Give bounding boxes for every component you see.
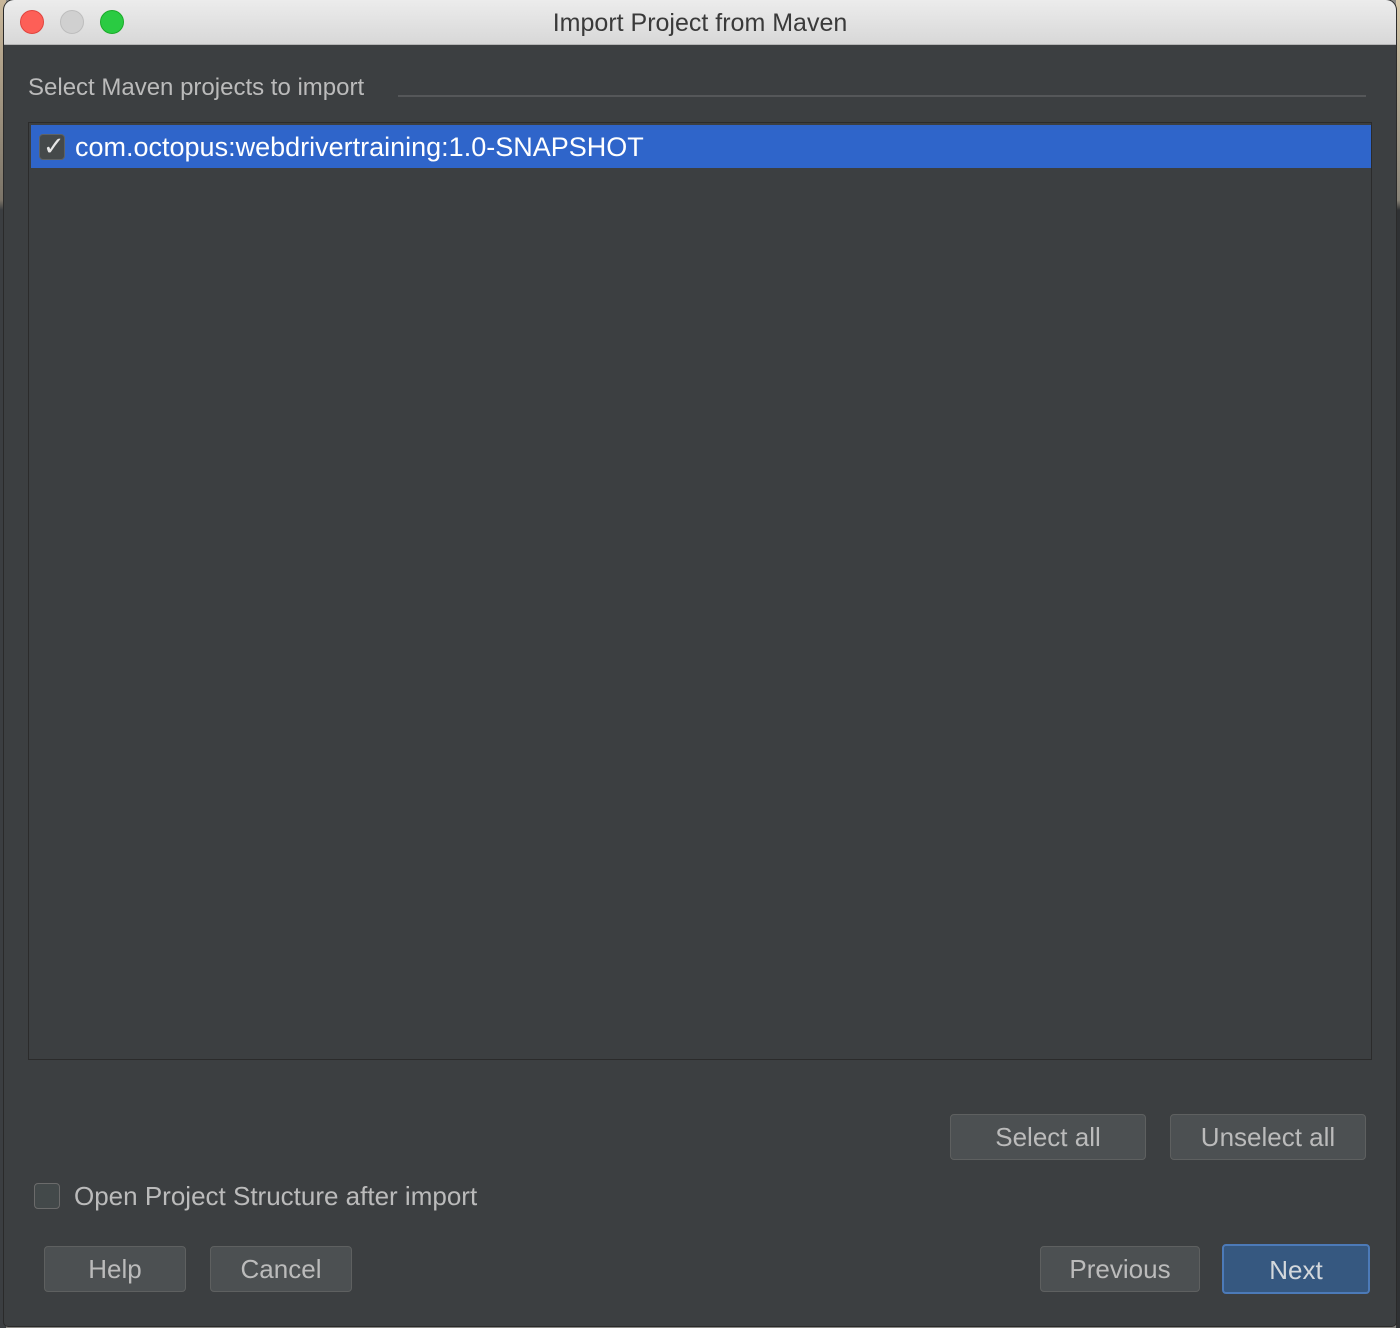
background-window-edge-right [1396, 0, 1400, 1328]
section-header: Select Maven projects to import [28, 74, 365, 101]
title-bar: Import Project from Maven [4, 0, 1396, 45]
checkmark-icon: ✓ [43, 132, 65, 162]
cancel-button[interactable]: Cancel [210, 1246, 352, 1292]
next-button[interactable]: Next [1222, 1244, 1370, 1294]
select-all-button[interactable]: Select all [950, 1114, 1146, 1160]
help-button[interactable]: Help [44, 1246, 186, 1292]
open-project-structure-checkbox[interactable] [34, 1183, 60, 1209]
project-checkbox[interactable]: ✓ [39, 132, 65, 162]
maven-project-list[interactable]: ✓ com.octopus:webdrivertraining:1.0-SNAP… [28, 122, 1372, 1060]
section-divider [398, 95, 1366, 97]
open-project-structure-label[interactable]: Open Project Structure after import [74, 1181, 477, 1212]
project-row[interactable]: ✓ com.octopus:webdrivertraining:1.0-SNAP… [31, 125, 1371, 168]
project-label: com.octopus:webdrivertraining:1.0-SNAPSH… [75, 132, 644, 162]
window-title: Import Project from Maven [552, 9, 848, 37]
previous-button[interactable]: Previous [1040, 1246, 1200, 1292]
import-maven-dialog: Import Project from Maven Select Maven p… [4, 0, 1396, 1326]
unselect-all-button[interactable]: Unselect all [1170, 1114, 1366, 1160]
